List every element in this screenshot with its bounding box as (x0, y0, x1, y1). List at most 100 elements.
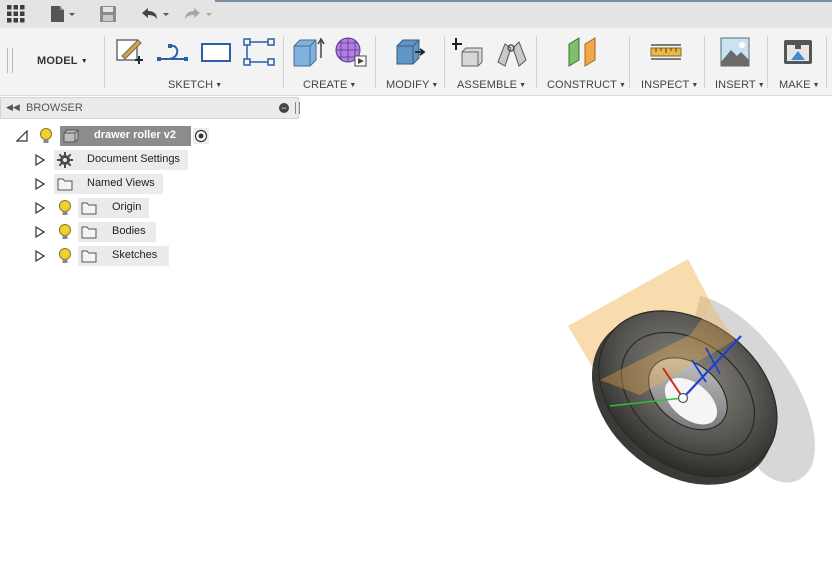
quick-access-bar (0, 0, 832, 28)
rectangle-icon (201, 43, 231, 62)
sketch-group-menu[interactable]: SKETCH ▼ (168, 79, 222, 91)
folder-icon (81, 202, 97, 215)
browser-item-label: Bodies (112, 225, 146, 237)
dimension-tool[interactable] (243, 36, 275, 68)
assemble-group-label: ASSEMBLE (457, 79, 518, 91)
chevron-down-icon: ▼ (519, 82, 527, 89)
new-component-icon (450, 38, 483, 67)
create-form-icon (335, 37, 367, 67)
offset-plane-tool[interactable] (566, 36, 598, 68)
workspace-label: MODEL (37, 55, 78, 67)
toolbar-divider (767, 36, 768, 88)
chevron-down-icon: ▼ (349, 82, 357, 89)
visibility-bulb-icon[interactable] (39, 127, 53, 145)
insert-image-tool[interactable] (719, 36, 751, 68)
chevron-down-icon: ▼ (691, 82, 699, 89)
constraint-icon (243, 38, 275, 66)
browser-title: BROWSER (26, 102, 83, 114)
workspace-selector[interactable]: MODEL ▼ (37, 55, 88, 67)
folder-icon (81, 250, 97, 263)
inspect-group-menu[interactable]: INSPECT ▼ (641, 79, 698, 91)
create-sketch-tool[interactable] (114, 36, 146, 68)
browser-item-label: Sketches (112, 249, 158, 261)
modify-group-menu[interactable]: MODIFY ▼ (386, 79, 438, 91)
browser-item-label: Named Views (87, 177, 155, 189)
save-icon[interactable] (99, 4, 117, 24)
measure-tool[interactable] (650, 36, 682, 68)
insert-group-menu[interactable]: INSERT ▼ (715, 79, 765, 91)
undo-icon[interactable] (140, 4, 172, 24)
minimize-browser-icon[interactable]: − (279, 103, 289, 113)
arc-tool[interactable] (156, 36, 188, 68)
toolbar-divider (536, 36, 537, 88)
toolbar-divider (283, 36, 284, 88)
pin-browser-icon[interactable] (295, 102, 300, 114)
main-toolbar: MODEL ▼ SKETCH ▼ CREATE ▼ MODIFY ▼ ASSEM… (0, 28, 832, 96)
collapse-browser-icon[interactable]: ◀◀ (6, 102, 20, 113)
construct-group-menu[interactable]: CONSTRUCT ▼ (547, 79, 626, 91)
visibility-bulb-icon[interactable] (58, 223, 72, 241)
create-group-menu[interactable]: CREATE ▼ (303, 79, 356, 91)
browser-item-named-views[interactable]: Named Views (0, 174, 300, 194)
visibility-bulb-icon[interactable] (58, 199, 72, 217)
3d-print-icon (784, 40, 812, 64)
toolbar-grip-handle[interactable] (7, 48, 13, 73)
browser-item-label: Origin (112, 201, 142, 213)
insert-group-label: INSERT (715, 79, 756, 91)
folder-icon (57, 178, 73, 191)
browser-root-node[interactable]: drawer roller v2 (0, 126, 300, 146)
file-menu-icon[interactable] (50, 4, 76, 24)
joint-icon (497, 41, 527, 67)
expand-triangle-icon[interactable] (35, 202, 45, 214)
toolbar-divider (104, 36, 105, 88)
toolbar-divider (629, 36, 630, 88)
expand-triangle-icon[interactable] (35, 226, 45, 238)
expand-triangle-icon[interactable] (35, 154, 45, 166)
form-tool[interactable] (334, 36, 367, 68)
extrude-tool[interactable] (291, 36, 325, 68)
assemble-group-menu[interactable]: ASSEMBLE ▼ (457, 79, 526, 91)
arc-icon (157, 44, 188, 61)
chevron-down-icon: ▼ (431, 82, 439, 89)
redo-icon[interactable] (183, 4, 215, 24)
press-pull-icon (396, 39, 426, 65)
chevron-down-icon: ▼ (80, 58, 88, 65)
root-node-label: drawer roller v2 (94, 129, 176, 141)
joint-tool[interactable] (495, 36, 527, 68)
collapse-triangle-icon[interactable] (16, 130, 28, 142)
visibility-bulb-icon[interactable] (58, 247, 72, 265)
rectangle-tool[interactable] (200, 36, 232, 68)
toolbar-divider (375, 36, 376, 88)
browser-item-document-settings[interactable]: Document Settings (0, 150, 300, 170)
document-icon (63, 129, 79, 143)
create-sketch-icon (116, 39, 143, 64)
activate-radio[interactable] (193, 128, 209, 144)
data-panel-grid-icon[interactable] (7, 4, 25, 24)
folder-icon (81, 226, 97, 239)
browser-header: ◀◀ BROWSER − (0, 97, 300, 119)
make-group-menu[interactable]: MAKE ▼ (779, 79, 820, 91)
chevron-down-icon: ▼ (757, 82, 765, 89)
expand-triangle-icon[interactable] (35, 178, 45, 190)
construct-group-label: CONSTRUCT (547, 79, 617, 91)
browser-item-origin[interactable]: Origin (0, 198, 300, 218)
radio-active-icon (194, 129, 208, 143)
extrude-icon (293, 37, 325, 67)
toolbar-divider (704, 36, 705, 88)
gear-icon (57, 152, 73, 168)
expand-triangle-icon[interactable] (35, 250, 45, 262)
make-group-label: MAKE (779, 79, 811, 91)
sketch-group-label: SKETCH (168, 79, 214, 91)
origin-point (677, 392, 689, 404)
chevron-down-icon: ▼ (812, 82, 820, 89)
toolbar-divider (826, 36, 827, 88)
chevron-down-icon: ▼ (618, 82, 626, 89)
measure-icon (650, 44, 682, 60)
3d-print-tool[interactable] (782, 36, 814, 68)
new-component-tool[interactable] (450, 36, 484, 68)
browser-item-bodies[interactable]: Bodies (0, 222, 300, 242)
offset-plane-icon (568, 37, 596, 67)
press-pull-tool[interactable] (393, 36, 426, 68)
browser-item-sketches[interactable]: Sketches (0, 246, 300, 266)
toolbar-divider (444, 36, 445, 88)
